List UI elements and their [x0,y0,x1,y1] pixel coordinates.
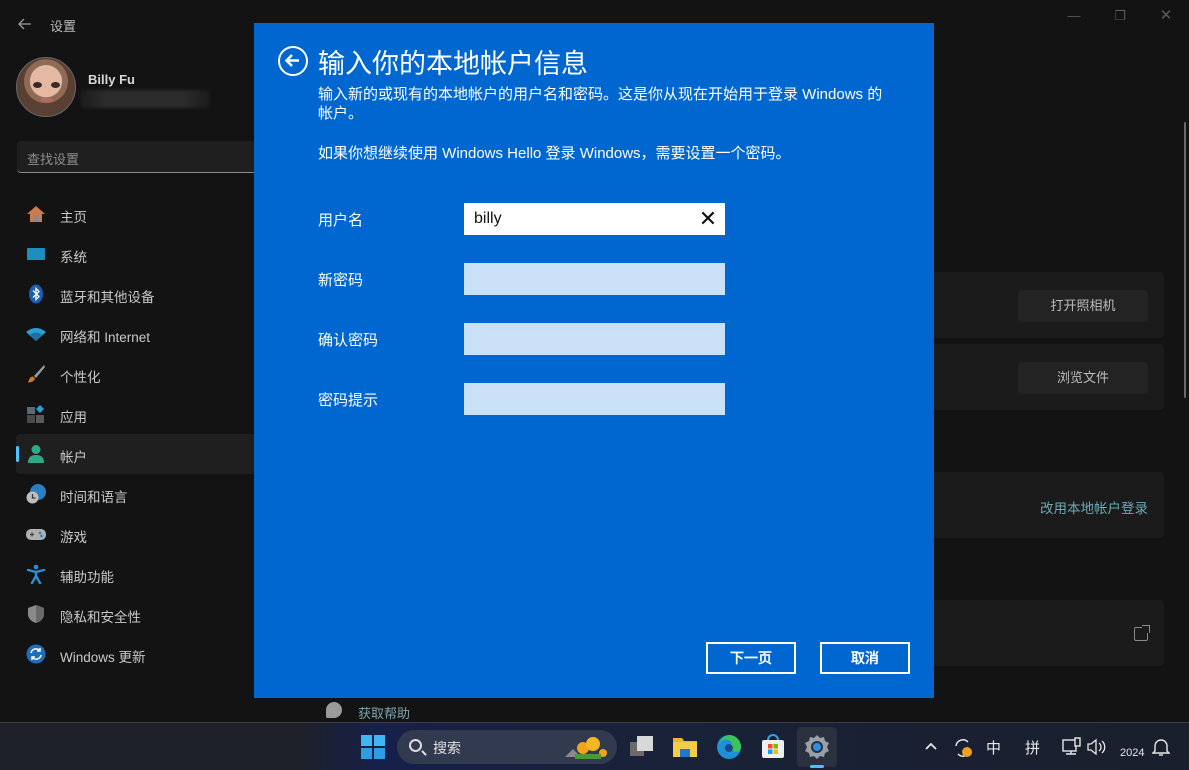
gamepad-icon [26,529,46,540]
sidebar-item-label: 隐私和安全性 [60,610,141,625]
confirm-password-label: 确认密码 [318,332,379,349]
dialog-back-button[interactable] [278,46,308,76]
notification-bell-icon[interactable] [1152,737,1170,757]
apps-icon [27,405,44,423]
user-name: Billy Fu [88,72,135,87]
sidebar-item-system[interactable]: 系统 [16,234,256,274]
avatar [16,57,76,117]
shield-icon [28,605,44,623]
accessibility-icon [26,564,46,584]
search-icon [409,739,422,752]
open-camera-button[interactable]: 打开照相机 [1018,290,1148,322]
sidebar-nav: 主页 系统 蓝牙和其他设备 网络和 Internet 个性化 应用 帐户 时间和… [16,194,256,674]
sidebar-item-accessibility[interactable]: 辅助功能 [16,554,256,594]
sidebar-item-label: 辅助功能 [60,570,114,585]
back-button[interactable] [14,13,36,35]
task-view-icon[interactable] [628,733,656,761]
related-link-card[interactable] [934,600,1164,666]
chevron-up-icon[interactable] [924,741,938,751]
new-password-input[interactable] [464,263,725,295]
sidebar-item-accounts[interactable]: 帐户 [16,434,256,474]
home-icon [27,206,45,222]
sidebar-item-apps[interactable]: 应用 [16,394,256,434]
confirm-password-input[interactable] [464,323,725,355]
file-explorer-icon[interactable] [671,733,699,761]
close-button[interactable]: ✕ [1146,6,1186,26]
sidebar-item-label: 时间和语言 [60,490,128,505]
clock[interactable]: 2024 [1120,747,1144,759]
search-highlight-flowers-icon [565,737,607,759]
dialog-description: 输入新的或现有的本地帐户的用户名和密码。这是你从现在开始用于登录 Windows… [318,86,883,122]
taskbar-search-box[interactable]: 搜索 [397,730,617,764]
volume-icon[interactable] [1086,738,1106,756]
settings-gear-icon [805,735,829,759]
next-button[interactable]: 下一页 [706,642,796,674]
sidebar-item-label: 网络和 Internet [60,330,151,345]
sidebar-item-label: 系统 [60,250,87,265]
ime-type-indicator[interactable]: 拼 [1025,737,1040,758]
start-button-windows-icon[interactable] [359,733,387,761]
arrow-left-icon [18,18,31,30]
switch-to-local-account-link[interactable]: 改用本地帐户登录 [1040,497,1148,517]
password-hint-input[interactable] [464,383,725,415]
time-language-icon [26,484,46,504]
sidebar-item-label: 游戏 [60,530,87,545]
search-placeholder: 查找设置 [27,152,80,167]
clear-input-button[interactable]: ✕ [698,203,718,235]
take-photo-card: 打开照相机 [934,272,1164,338]
new-password-label: 新密码 [318,272,364,289]
arrow-left-icon [284,54,299,67]
username-input[interactable] [464,203,725,235]
sidebar-item-label: 帐户 [60,450,87,465]
taskbar: 搜索 中 拼 2024 [0,722,1189,770]
brush-icon [28,365,45,383]
sidebar-item-label: 应用 [60,410,87,425]
sidebar-item-label: Windows 更新 [60,650,146,665]
sidebar-item-home[interactable]: 主页 [16,194,256,234]
sidebar-item-network[interactable]: 网络和 Internet [16,314,256,354]
microsoft-store-icon[interactable] [759,733,787,761]
choose-file-card: 浏览文件 [934,344,1164,410]
update-icon [26,644,46,664]
taskbar-search-placeholder: 搜索 [433,740,461,756]
local-account-dialog: 输入你的本地帐户信息 输入新的或现有的本地帐户的用户名和密码。这是你从现在开始用… [254,23,934,698]
bluetooth-icon [29,284,43,304]
sidebar-item-label: 蓝牙和其他设备 [60,290,155,305]
help-icon [326,702,342,718]
dialog-title: 输入你的本地帐户信息 [318,49,588,79]
scrollbar[interactable] [1184,122,1186,398]
edge-browser-icon[interactable] [715,733,743,761]
sidebar-item-personalization[interactable]: 个性化 [16,354,256,394]
minimize-button[interactable]: — [1054,6,1094,26]
account-settings-card: 改用本地帐户登录 [934,472,1164,538]
sync-status-icon[interactable] [953,737,975,759]
network-wired-icon[interactable] [1062,737,1082,757]
user-email-redacted [80,90,210,108]
app-title: 设置 [50,19,77,34]
system-icon [27,248,45,260]
account-icon [28,445,44,463]
windows-hello-note: 如果你想继续使用 Windows Hello 登录 Windows，需要设置一个… [318,145,791,162]
restore-button[interactable]: ❐ [1100,6,1140,26]
sidebar-item-privacy[interactable]: 隐私和安全性 [16,594,256,634]
active-app-indicator [810,765,824,768]
cancel-button[interactable]: 取消 [820,642,910,674]
sidebar-item-windows-update[interactable]: Windows 更新 [16,634,256,674]
username-label: 用户名 [318,212,364,229]
settings-search-input[interactable]: 查找设置 [17,141,257,173]
sidebar-item-bluetooth[interactable]: 蓝牙和其他设备 [16,274,256,314]
password-hint-label: 密码提示 [318,392,379,409]
ime-mode-indicator[interactable]: 中 [986,737,1001,758]
active-indicator [16,446,19,462]
sidebar-item-gaming[interactable]: 游戏 [16,514,256,554]
sidebar-item-time-language[interactable]: 时间和语言 [16,474,256,514]
sidebar-item-label: 主页 [60,210,87,225]
get-help-label: 获取帮助 [358,706,411,721]
sidebar-item-label: 个性化 [60,370,101,385]
browse-files-button[interactable]: 浏览文件 [1018,362,1148,394]
wifi-icon [26,328,46,341]
external-link-icon [1134,625,1150,641]
